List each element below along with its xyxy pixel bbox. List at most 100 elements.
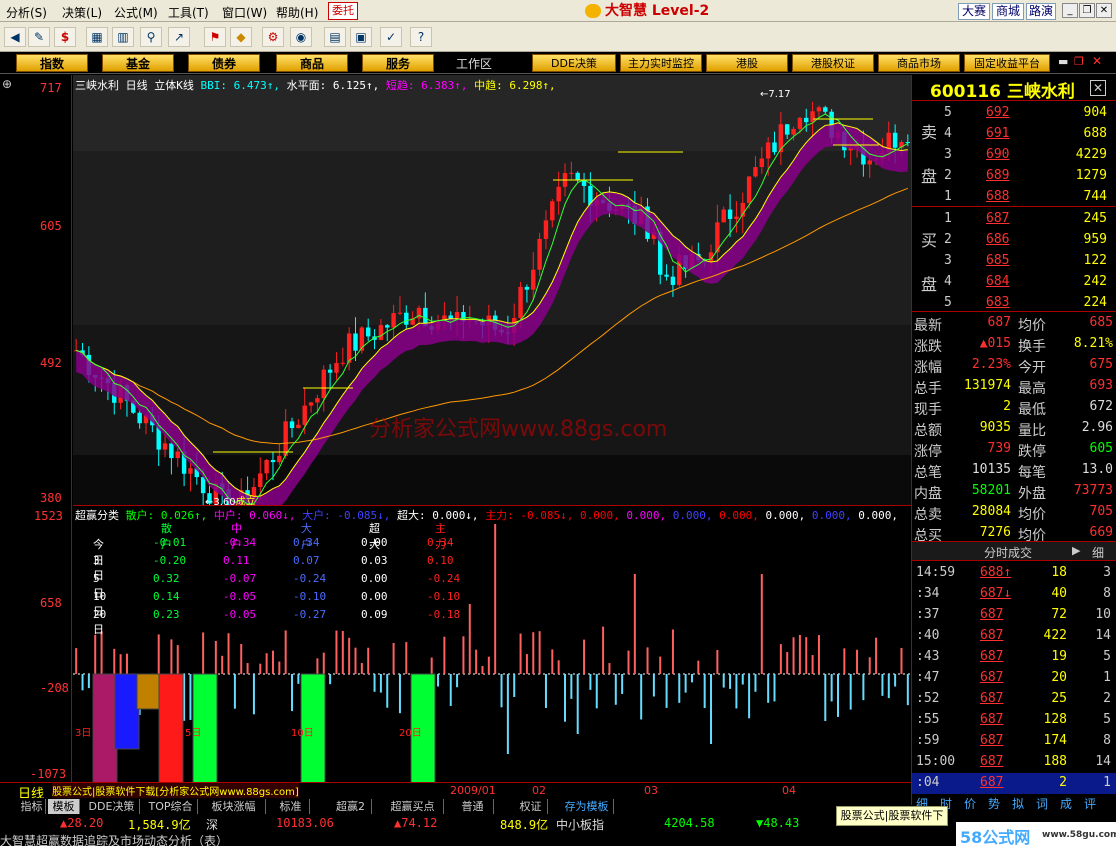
quote-info-row: 现手 2 最低 672 bbox=[912, 397, 1116, 418]
panel-close-icon[interactable]: ✕ bbox=[1092, 54, 1102, 68]
table-icon[interactable]: ▣ bbox=[350, 27, 372, 47]
tab-fund[interactable]: 基金 bbox=[102, 54, 174, 72]
sell-level-row[interactable]: 3 690 4229 bbox=[912, 145, 1116, 166]
tab-fixed-income[interactable]: 固定收益平台 bbox=[964, 54, 1050, 72]
diamond-icon[interactable]: ◆ bbox=[230, 27, 252, 47]
candle-body bbox=[327, 369, 333, 373]
grid-icon[interactable]: ▦ bbox=[86, 27, 108, 47]
mall-button[interactable]: 商城 bbox=[992, 3, 1024, 20]
tab-index[interactable]: 指数 bbox=[16, 54, 88, 72]
tick-row[interactable]: 15:00 687 188 14 bbox=[912, 752, 1116, 773]
restore-icon[interactable]: ❐ bbox=[1079, 3, 1095, 18]
buy-level-row[interactable]: 4 684 242 bbox=[912, 272, 1116, 293]
template-tab[interactable]: 标准 bbox=[272, 799, 310, 814]
sub-chart[interactable]: 3日 5日 10日 20日 超赢分类 散户: 0.026↑, 中户: 0.060↓, … bbox=[73, 505, 911, 785]
quote-tab[interactable]: 拟 bbox=[1012, 795, 1024, 812]
candle-body bbox=[810, 111, 815, 123]
menu-tools[interactable]: 工具(T) bbox=[168, 4, 209, 21]
back-icon[interactable]: ◀ bbox=[4, 27, 26, 47]
quote-tab[interactable]: 成 bbox=[1060, 795, 1072, 812]
ticks-arrow-icon[interactable]: ▶ bbox=[1072, 544, 1080, 557]
bars-icon[interactable]: ▥ bbox=[112, 27, 134, 47]
tab-dde[interactable]: DDE决策 bbox=[532, 54, 616, 72]
template-tab[interactable]: 超赢2 bbox=[330, 799, 372, 814]
template-tab[interactable]: 超赢买点 bbox=[382, 799, 444, 814]
sell-level-volume: 1279 bbox=[1075, 168, 1107, 183]
tick-count: 5 bbox=[1103, 712, 1111, 727]
help-icon[interactable]: ? bbox=[410, 27, 432, 47]
candle-body bbox=[385, 325, 390, 328]
tab-bond[interactable]: 债券 bbox=[188, 54, 260, 72]
template-tab[interactable]: 普通 bbox=[452, 799, 494, 814]
ticks-detail[interactable]: 细 bbox=[1092, 544, 1104, 561]
minimize-icon[interactable]: _ bbox=[1062, 3, 1078, 18]
template-tab[interactable]: TOP综合 bbox=[144, 799, 198, 814]
buy-level-price: 683 bbox=[986, 295, 1010, 310]
tick-row[interactable]: :47 687 20 1 bbox=[912, 668, 1116, 689]
tab-hk[interactable]: 港股 bbox=[706, 54, 788, 72]
buy-level-row[interactable]: 3 685 122 bbox=[912, 251, 1116, 272]
tab-service[interactable]: 服务 bbox=[362, 54, 434, 72]
dollar-icon[interactable]: $ bbox=[54, 27, 76, 47]
kline-chart[interactable]: 三峡水利 日线 立体K线 BBI: 6.473↑, 水平面: 6.125↑, 短… bbox=[73, 75, 911, 508]
template-tab[interactable]: 指标 bbox=[18, 799, 46, 814]
roadshow-button[interactable]: 路演 bbox=[1026, 3, 1056, 20]
tag-icon[interactable]: ⚑ bbox=[204, 27, 226, 47]
globe-icon[interactable]: ◉ bbox=[290, 27, 312, 47]
sell-level-row[interactable]: 4 691 688 bbox=[912, 124, 1116, 145]
tick-row[interactable]: :04 687 2 1 bbox=[912, 773, 1116, 794]
tick-row[interactable]: :37 687 72 10 bbox=[912, 605, 1116, 626]
menu-trade-button[interactable]: 委托 bbox=[328, 2, 358, 20]
menu-help[interactable]: 帮助(H) bbox=[276, 4, 318, 21]
tab-monitor[interactable]: 主力实时监控 bbox=[620, 54, 702, 72]
quote-close-icon[interactable]: ✕ bbox=[1090, 80, 1106, 96]
tick-row[interactable]: :59 687 174 8 bbox=[912, 731, 1116, 752]
menu-window[interactable]: 窗口(W) bbox=[222, 4, 267, 21]
contest-button[interactable]: 大赛 bbox=[958, 3, 990, 20]
chart-icon[interactable]: ↗ bbox=[168, 27, 190, 47]
menu-decision[interactable]: 决策(L) bbox=[62, 4, 102, 21]
doc-icon[interactable]: ▤ bbox=[324, 27, 346, 47]
buy-level-row[interactable]: 1 687 245 bbox=[912, 209, 1116, 230]
tick-time: 14:59 bbox=[916, 565, 956, 580]
axis-lock-icon[interactable]: ⊕ bbox=[2, 77, 12, 91]
sell-level-row[interactable]: 2 689 1279 bbox=[912, 166, 1116, 187]
template-tab[interactable]: 存为模板 bbox=[560, 799, 614, 814]
tab-commodity-market[interactable]: 商品市场 bbox=[878, 54, 960, 72]
template-tab[interactable]: DDE决策 bbox=[84, 799, 140, 814]
quote-tab[interactable]: 势 bbox=[988, 795, 1000, 812]
ticks-header[interactable]: 分时成交 ▶ 细 bbox=[912, 541, 1116, 561]
ad-popup[interactable]: 股票公式|股票软件下载 bbox=[836, 806, 948, 840]
panel-min-icon[interactable]: ▬ bbox=[1058, 55, 1068, 68]
ticker-item: ▲74.12 bbox=[394, 816, 438, 830]
menu-analysis[interactable]: 分析(S) bbox=[6, 4, 47, 21]
tick-row[interactable]: :40 687 422 14 bbox=[912, 626, 1116, 647]
tick-row[interactable]: :55 687 128 5 bbox=[912, 710, 1116, 731]
workzone-label[interactable]: 工作区 bbox=[456, 55, 492, 72]
tab-hk-warrant[interactable]: 港股权证 bbox=[792, 54, 874, 72]
tick-row[interactable]: :43 687 19 5 bbox=[912, 647, 1116, 668]
gear-icon[interactable]: ⚙ bbox=[262, 27, 284, 47]
quote-tab[interactable]: 词 bbox=[1036, 795, 1048, 812]
tick-row[interactable]: 14:59 688↑ 18 3 bbox=[912, 563, 1116, 584]
sub-svg[interactable]: 3日 5日 10日 20日 bbox=[73, 506, 911, 786]
sell-level-row[interactable]: 1 688 744 bbox=[912, 187, 1116, 208]
template-tab[interactable]: 权证 bbox=[514, 799, 548, 814]
tick-row[interactable]: :52 687 25 2 bbox=[912, 689, 1116, 710]
menu-formula[interactable]: 公式(M) bbox=[114, 4, 158, 21]
tab-commodity[interactable]: 商品 bbox=[276, 54, 348, 72]
binoculars-icon[interactable]: ⚲ bbox=[140, 27, 162, 47]
buy-level-row[interactable]: 2 686 959 bbox=[912, 230, 1116, 251]
close-icon[interactable]: ✕ bbox=[1096, 3, 1112, 18]
template-tab[interactable]: 板块涨幅 bbox=[202, 799, 266, 814]
stock-code-value: 600116 bbox=[930, 82, 1001, 102]
ruler-icon[interactable]: ✎ bbox=[28, 27, 50, 47]
sell-level-row[interactable]: 5 692 904 bbox=[912, 103, 1116, 124]
template-tab[interactable]: 模板 bbox=[48, 799, 80, 814]
quote-tab[interactable]: 价 bbox=[964, 795, 976, 812]
panel-restore-icon[interactable]: ❐ bbox=[1074, 55, 1084, 68]
check-icon[interactable]: ✓ bbox=[380, 27, 402, 47]
quote-tab[interactable]: 评 bbox=[1084, 795, 1096, 812]
info-value: 675 bbox=[1089, 357, 1113, 372]
tick-row[interactable]: :34 687↓ 40 8 bbox=[912, 584, 1116, 605]
